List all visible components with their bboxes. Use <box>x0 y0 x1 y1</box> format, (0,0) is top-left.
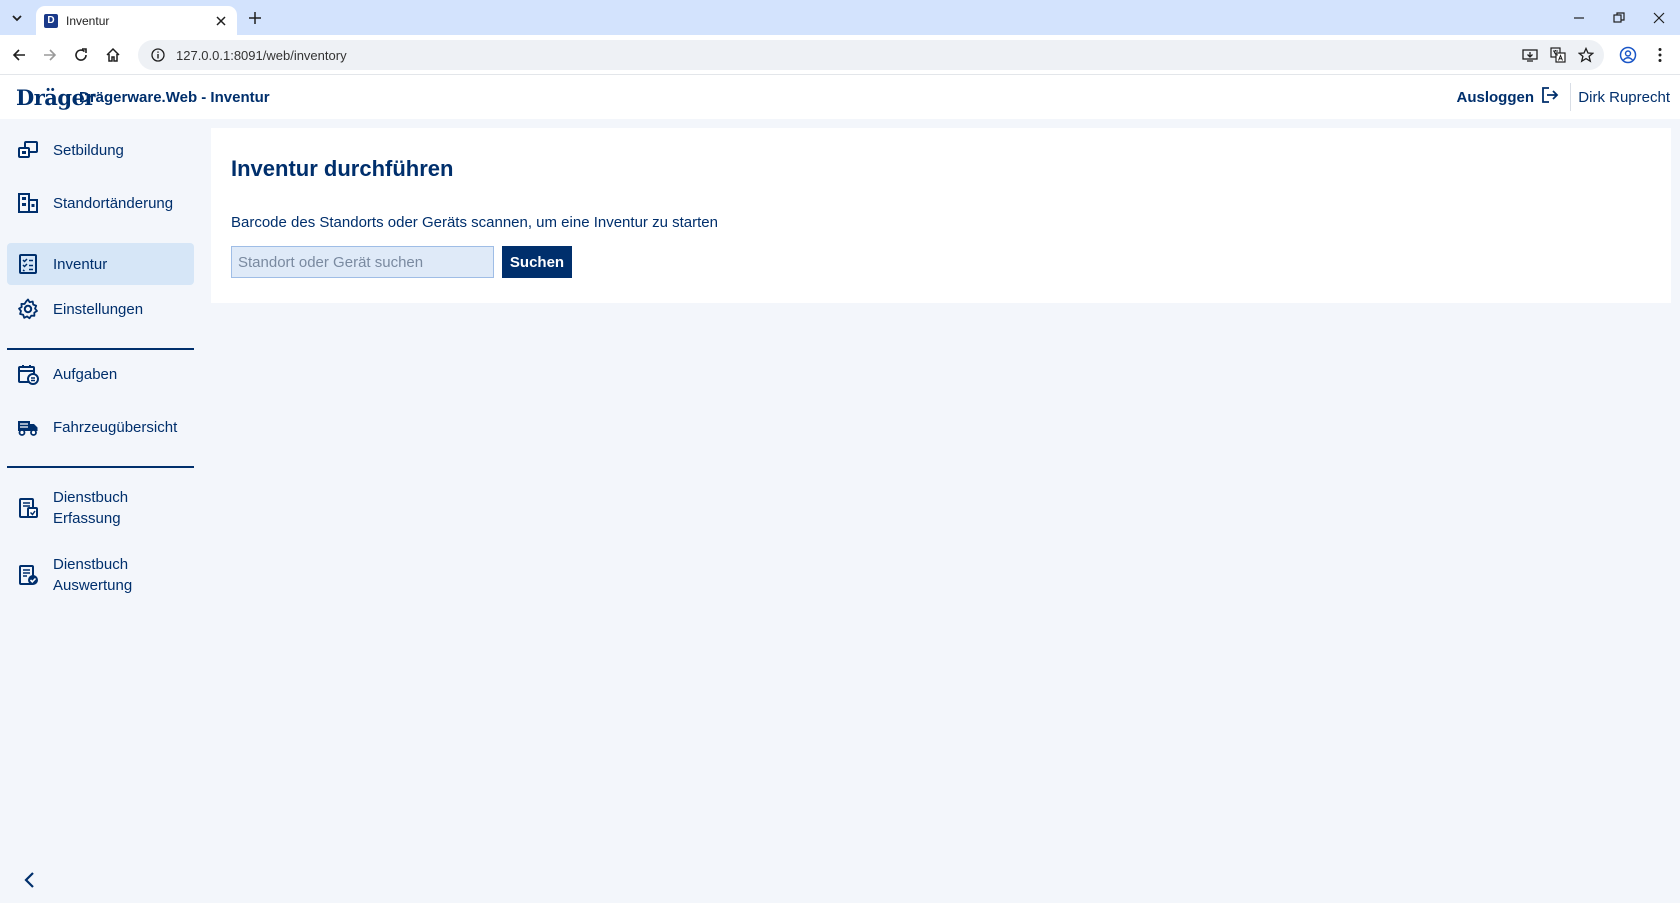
sidebar-item-dienstbuch-erfassung[interactable]: Dienstbuch Erfassung <box>7 487 194 529</box>
logout-icon <box>1540 86 1560 108</box>
tab-list-chevron-icon[interactable] <box>5 6 29 30</box>
sidebar-item-label: Dienstbuch Erfassung <box>53 489 129 527</box>
new-tab-plus-icon[interactable] <box>244 7 266 29</box>
sidebar-item-aufgaben[interactable]: Aufgaben <box>7 360 194 388</box>
translate-icon[interactable] <box>1546 43 1570 67</box>
logout-button[interactable]: Ausloggen <box>1457 86 1561 108</box>
sidebar-item-einstellungen[interactable]: Einstellungen <box>7 295 194 323</box>
tab-close-icon[interactable] <box>213 13 229 29</box>
gear-icon <box>16 297 40 321</box>
user-name[interactable]: Dirk Ruprecht <box>1578 89 1670 106</box>
browser-toolbar: 127.0.0.1:8091/web/inventory <box>0 35 1680 75</box>
tab-title: Inventur <box>66 13 110 28</box>
sidebar-item-label: Setbildung <box>53 141 124 159</box>
browser-menu-icon[interactable] <box>1648 43 1672 67</box>
browser-tabbar: D Inventur <box>0 0 1680 35</box>
calendar-tasks-icon <box>16 362 40 386</box>
minimize-icon[interactable] <box>1566 5 1592 31</box>
forward-arrow-icon[interactable] <box>36 41 64 69</box>
favicon-icon: D <box>44 13 58 28</box>
restore-icon[interactable] <box>1606 5 1632 31</box>
browser-tab-active[interactable]: D Inventur <box>36 6 237 35</box>
building-icon <box>16 191 40 215</box>
inventory-panel: Inventur durchführen Barcode des Standor… <box>211 128 1671 303</box>
scan-instruction: Barcode des Standorts oder Geräts scanne… <box>231 214 718 231</box>
install-app-icon[interactable] <box>1518 43 1542 67</box>
close-window-icon[interactable] <box>1646 5 1672 31</box>
sidebar-item-label: Inventur <box>53 255 108 273</box>
home-icon[interactable] <box>99 41 127 69</box>
sidebar-collapse-chevron-left-icon[interactable] <box>18 869 40 891</box>
install-app-icon[interactable] <box>1406 47 1424 65</box>
page-title: Inventur durchführen <box>231 156 454 181</box>
app-header: Dräger Drägerware.Web - Inventur Auslogg… <box>0 75 1680 119</box>
sidebar-item-label: Einstellungen <box>53 300 144 318</box>
reload-icon[interactable] <box>67 41 95 69</box>
site-info-icon[interactable] <box>150 47 166 63</box>
sidebar-divider <box>7 466 194 468</box>
logbook-evaluation-icon <box>16 563 40 587</box>
search-input[interactable] <box>231 246 494 278</box>
sidebar: Setbildung Standortänderung Inventur Ein… <box>0 119 204 903</box>
logout-label: Ausloggen <box>1456 88 1535 106</box>
sidebar-item-standortaenderung[interactable]: Standortänderung <box>7 189 194 217</box>
search-button[interactable]: Suchen <box>502 246 572 278</box>
back-arrow-icon[interactable] <box>5 41 33 69</box>
sidebar-item-label: Aufgaben <box>53 365 118 383</box>
header-divider <box>1570 83 1571 111</box>
profile-icon[interactable] <box>1616 43 1640 67</box>
sidebar-item-fahrzeuguebersicht[interactable]: Fahrzeugübersicht <box>7 413 194 441</box>
truck-icon <box>16 415 40 439</box>
bookmark-star-icon[interactable] <box>1574 43 1598 67</box>
sidebar-item-label: Fahrzeugübersicht <box>53 418 178 436</box>
sidebar-item-label: Dienstbuch Auswertung <box>53 556 133 594</box>
logbook-entry-icon <box>16 496 40 520</box>
set-icon <box>16 138 40 162</box>
sidebar-item-inventur[interactable]: Inventur <box>7 243 194 285</box>
sidebar-divider <box>7 348 194 350</box>
address-bar[interactable]: 127.0.0.1:8091/web/inventory <box>138 40 1604 70</box>
url-text: 127.0.0.1:8091/web/inventory <box>176 47 347 63</box>
sidebar-item-dienstbuch-auswertung[interactable]: Dienstbuch Auswertung <box>7 554 194 596</box>
app-title: Drägerware.Web - Inventur <box>79 89 270 106</box>
sidebar-item-setbildung[interactable]: Setbildung <box>7 136 194 164</box>
sidebar-item-label: Standortänderung <box>53 194 174 212</box>
checklist-icon <box>16 252 40 276</box>
